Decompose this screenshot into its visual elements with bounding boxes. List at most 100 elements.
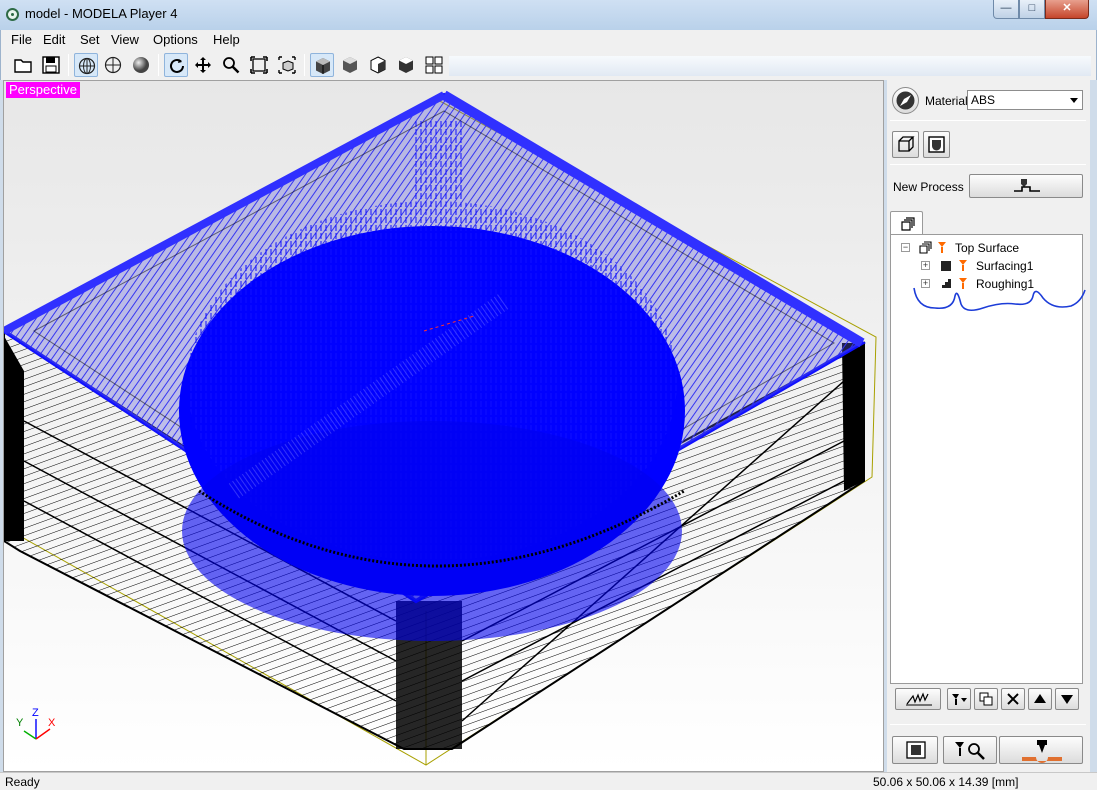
surfacing-type-icon [941,261,951,271]
wire-sphere-icon [78,57,96,75]
cube-top-icon [399,57,413,73]
four-views-icon [425,56,443,74]
milling-cut-icon [1022,740,1062,763]
copy-process-button[interactable] [974,688,998,710]
cut-path-icon [906,692,932,706]
layers-icon [901,217,915,231]
tool-search-button[interactable] [943,736,997,764]
tree-root-label: Top Surface [955,241,1020,255]
menu-bar: File Edit Set View Options Help [0,30,1097,50]
front-view-button[interactable] [338,53,362,77]
fit-view-button[interactable] [247,53,271,77]
cube-front-icon [343,57,357,73]
tree-item-top-surface[interactable]: − Top Surface [899,240,1079,256]
magnifier-icon [223,57,240,74]
triangle-up-icon [1034,694,1046,703]
copy-icon [979,692,993,706]
toolbar-background [449,56,1091,76]
save-button[interactable] [39,53,63,77]
app-icon[interactable] [6,8,19,21]
tab-process-list[interactable] [890,211,923,235]
floppy-disk-icon [42,56,60,74]
iso-view-button[interactable] [310,53,334,77]
compass-icon [896,91,915,110]
3d-viewport[interactable]: Perspective Z Y X [3,80,884,772]
cube-side-icon [370,56,386,74]
close-button[interactable]: ✕ [1045,0,1089,19]
shaded-sphere-icon [133,57,149,73]
maximize-button[interactable]: □ [1019,0,1045,19]
status-bar: Ready 50.06 x 50.06 x 14.39 [mm] [0,772,1097,790]
collapse-icon[interactable]: − [901,243,910,252]
multi-view-button[interactable] [422,53,446,77]
title-bar: model - MODELA Player 4 — □ ✕ [0,0,1097,30]
wire-cube-icon [898,136,915,152]
delete-x-icon [1007,693,1019,705]
fit-frame-icon [250,56,268,74]
cube-iso-icon [316,58,330,74]
move-arrows-icon [195,57,211,73]
grid-sphere-button[interactable] [101,53,125,77]
minimize-button[interactable]: — [993,0,1019,19]
simulate-cut-button[interactable] [895,688,941,710]
wireframe-view-button[interactable] [74,53,98,77]
material-select[interactable]: ABS [967,90,1083,110]
triangle-down-icon [1061,695,1073,704]
axis-x-label: X [48,717,56,729]
chevron-down-icon [1070,98,1078,103]
tree-child-label: Surfacing1 [976,259,1034,273]
window-controls: — □ ✕ [993,0,1089,20]
shaded-view-button[interactable] [129,53,153,77]
menu-options[interactable]: Options [153,32,198,47]
modeling-form-button[interactable] [923,131,950,158]
window-title: model - MODELA Player 4 [25,6,178,21]
tree-item-surfacing1[interactable]: + Surfacing1 [899,258,1079,274]
new-process-button[interactable] [969,174,1083,198]
cutting-tool-icon [938,242,946,253]
status-text: Ready [5,775,40,789]
mold-box-icon [928,136,945,153]
model-dimensions: 50.06 x 50.06 x 14.39 [mm] [873,775,1019,789]
axis-y-label: Y [16,717,24,729]
expand-icon[interactable]: + [921,261,930,270]
menu-set[interactable]: Set [80,32,100,47]
material-button[interactable] [892,87,919,114]
menu-file[interactable]: File [11,32,32,47]
material-value: ABS [971,93,996,107]
annotation-scribble [913,287,1086,312]
move-down-button[interactable] [1055,688,1079,710]
material-label: Material [925,94,968,108]
rotate-icon [170,58,184,73]
delete-process-button[interactable] [1001,688,1025,710]
perspective-label[interactable]: Perspective [6,82,80,98]
move-up-button[interactable] [1028,688,1052,710]
model-render [4,90,877,766]
pan-button[interactable] [191,53,215,77]
menu-view[interactable]: View [111,32,139,47]
fit-model-button[interactable] [275,53,299,77]
folder-open-icon [14,59,32,73]
menu-edit[interactable]: Edit [43,32,65,47]
cutting-tool-icon [959,260,967,271]
fit-cube-icon [278,56,296,74]
menu-help[interactable]: Help [213,32,240,47]
new-process-label: New Process [893,180,964,194]
tool-magnifier-icon [955,742,985,760]
layers-icon [919,241,932,254]
tool-menu-button[interactable] [947,688,971,710]
axis-z-label: Z [32,707,39,719]
toolpath-wizard-icon [1014,179,1040,192]
rotate-button[interactable] [164,53,188,77]
process-panel: Material ABS New Process − Top Surface +… [887,80,1090,772]
preview-button[interactable] [892,736,938,764]
tool-dropdown-icon [952,694,967,705]
toolbar [0,50,1097,80]
zoom-button[interactable] [219,53,243,77]
open-button[interactable] [11,53,35,77]
workpiece-button[interactable] [892,131,919,158]
grid-sphere-icon [104,56,122,74]
preview-window-icon [906,741,926,759]
cut-button[interactable] [999,736,1083,764]
side-view-button[interactable] [366,53,390,77]
top-view-button[interactable] [394,53,418,77]
